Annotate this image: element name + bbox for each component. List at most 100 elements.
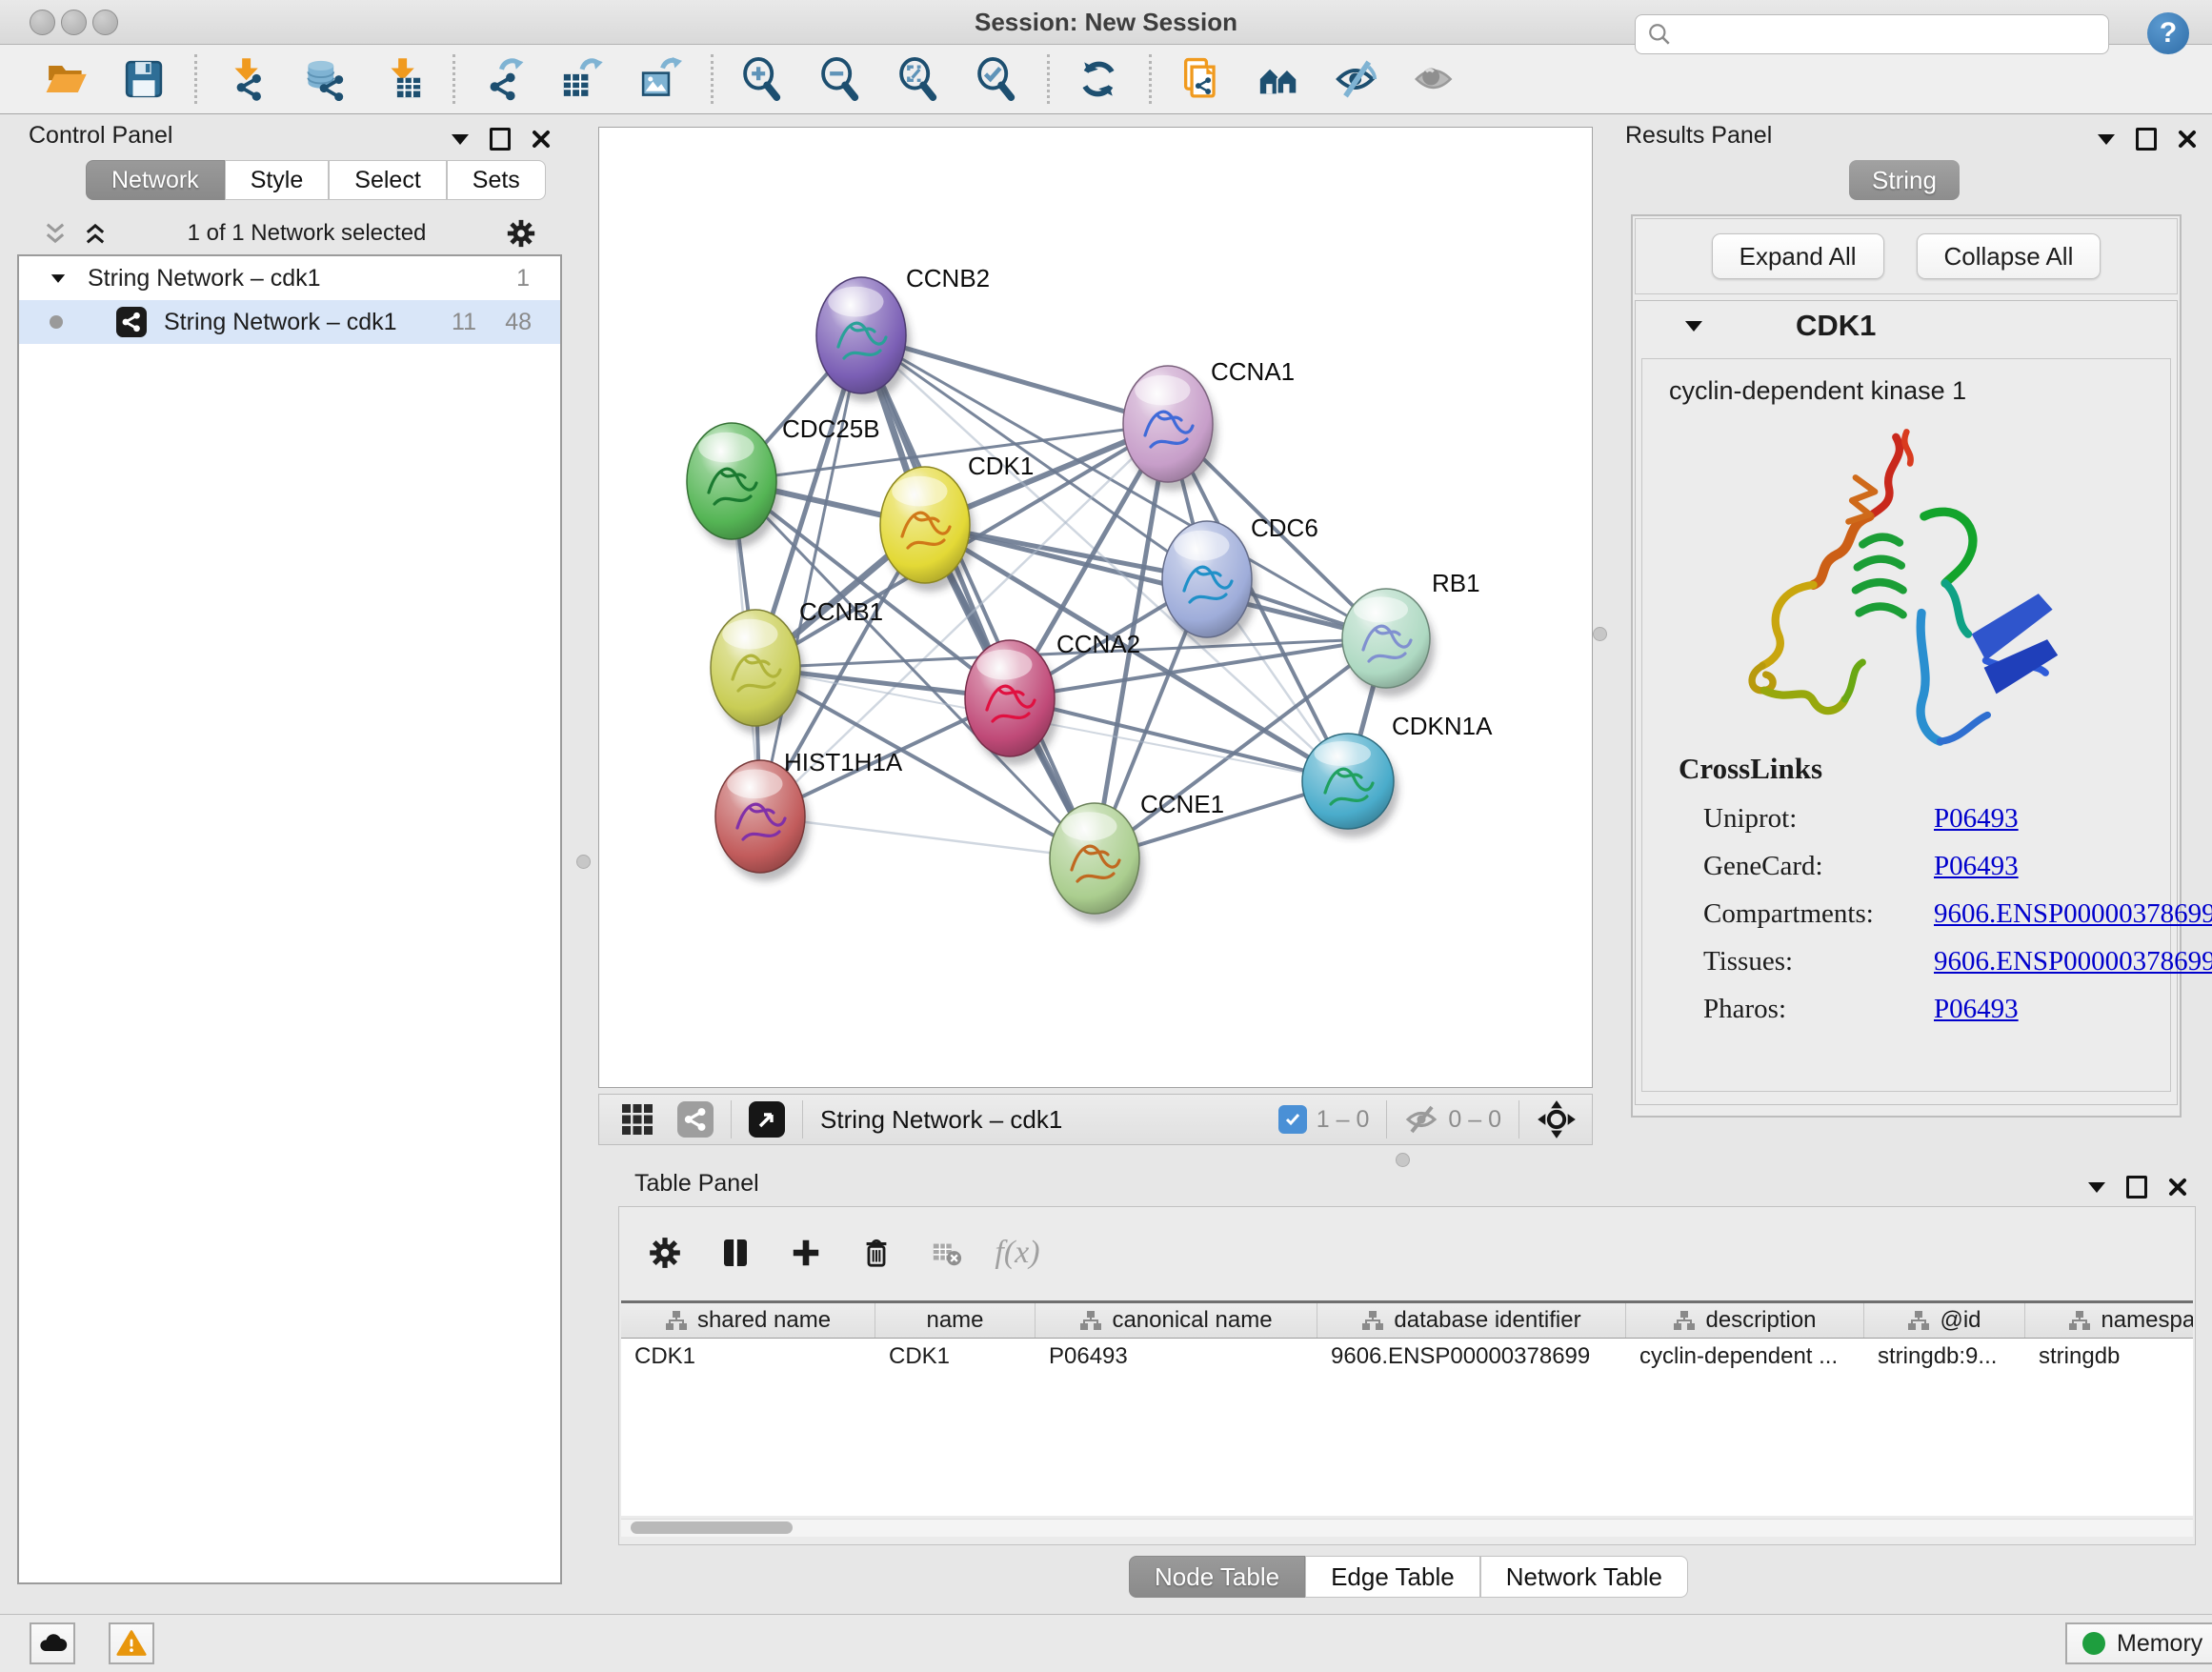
zoom-selected-icon[interactable]	[969, 51, 1024, 107]
network-node-ccna1[interactable]	[1123, 366, 1217, 491]
column-header-description[interactable]: description	[1626, 1303, 1864, 1338]
crosslink-link[interactable]: 9606.ENSP00000378699	[1934, 946, 2212, 977]
show-all-networks-icon[interactable]	[1251, 51, 1306, 107]
panel-close-icon[interactable]	[2178, 130, 2197, 149]
import-table-file-icon[interactable]	[374, 51, 430, 107]
show-selected-icon[interactable]	[1407, 51, 1462, 107]
network-edge[interactable]	[760, 335, 861, 816]
collapse-all-button[interactable]: Collapse All	[1917, 233, 2101, 279]
import-network-file-icon[interactable]	[218, 51, 273, 107]
network-tree-root[interactable]: String Network – cdk1 1	[19, 256, 560, 300]
table-cell[interactable]: cyclin-dependent ...	[1626, 1343, 1864, 1370]
expand-all-icon[interactable]	[82, 220, 109, 247]
open-session-icon[interactable]	[38, 51, 93, 107]
network-tree-item[interactable]: String Network – cdk1 11 48	[19, 300, 560, 344]
panel-float-icon[interactable]	[2136, 128, 2157, 151]
panel-menu-icon[interactable]	[2098, 134, 2115, 145]
delete-table-icon[interactable]	[920, 1228, 974, 1278]
network-node-rb1[interactable]	[1342, 589, 1435, 696]
collapse-all-icon[interactable]	[42, 220, 69, 247]
crosslink-link[interactable]: 9606.ENSP00000378699	[1934, 898, 2212, 930]
table-settings-gear-icon[interactable]	[638, 1228, 692, 1278]
help-button[interactable]: ?	[2147, 12, 2189, 54]
network-node-cdc6[interactable]	[1162, 521, 1257, 646]
network-node-hist1h1a[interactable]	[715, 760, 810, 881]
table-cell[interactable]: CDK1	[621, 1343, 875, 1370]
table-horizontal-scrollbar[interactable]	[621, 1519, 2193, 1537]
tab-edge-table[interactable]: Edge Table	[1305, 1556, 1480, 1598]
search-input[interactable]	[1679, 21, 2108, 48]
table-cell[interactable]: stringdb:9...	[1864, 1343, 2025, 1370]
panel-float-icon[interactable]	[490, 128, 511, 151]
hide-selected-icon[interactable]	[1329, 51, 1384, 107]
column-header-shared-name[interactable]: shared name	[621, 1303, 875, 1338]
crosslink-link[interactable]: P06493	[1934, 851, 2019, 882]
zoom-fit-icon[interactable]	[891, 51, 946, 107]
tab-network-table[interactable]: Network Table	[1480, 1556, 1688, 1598]
tab-select[interactable]: Select	[329, 160, 446, 200]
table-cell[interactable]: CDK1	[875, 1343, 1036, 1370]
crosslink-link[interactable]: P06493	[1934, 994, 2019, 1025]
tab-network[interactable]: Network	[86, 160, 225, 200]
export-table-icon[interactable]	[554, 51, 610, 107]
export-image-icon[interactable]	[633, 51, 688, 107]
panel-menu-icon[interactable]	[452, 134, 469, 145]
import-network-database-icon[interactable]	[296, 51, 352, 107]
network-node-cdkn1a[interactable]	[1302, 734, 1398, 837]
right-splitter-handle[interactable]	[1593, 627, 1607, 641]
column-header-namespace[interactable]: namespace	[2025, 1303, 2193, 1338]
network-canvas[interactable]: CCNB2CCNA1CDC25BCDK1CDC6RB1CCNB1CCNA2CDK…	[598, 127, 1593, 1088]
clone-network-icon[interactable]	[1173, 51, 1228, 107]
show-columns-icon[interactable]	[709, 1228, 762, 1278]
network-edge[interactable]	[760, 816, 1095, 858]
warning-status-button[interactable]	[109, 1622, 154, 1664]
column-header-name[interactable]: name	[875, 1303, 1036, 1338]
network-node-ccnb2[interactable]	[816, 277, 911, 402]
table-cell[interactable]: stringdb	[2025, 1343, 2193, 1370]
cloud-status-button[interactable]	[30, 1622, 75, 1664]
panel-float-icon[interactable]	[2126, 1176, 2147, 1199]
table-cell[interactable]: 9606.ENSP00000378699	[1317, 1343, 1626, 1370]
tab-node-table[interactable]: Node Table	[1129, 1556, 1305, 1598]
save-session-icon[interactable]	[116, 51, 171, 107]
column-header-canonical-name[interactable]: canonical name	[1036, 1303, 1317, 1338]
selected-checkbox-icon[interactable]	[1278, 1105, 1307, 1134]
tab-sets[interactable]: Sets	[447, 160, 546, 200]
network-edge[interactable]	[1010, 698, 1348, 781]
network-node-cdk1[interactable]	[880, 467, 975, 592]
expand-all-button[interactable]: Expand All	[1712, 233, 1884, 279]
export-network-icon[interactable]	[476, 51, 532, 107]
add-column-icon[interactable]	[779, 1228, 833, 1278]
refresh-icon[interactable]	[1071, 51, 1126, 107]
grid-view-icon[interactable]	[620, 1102, 654, 1137]
panel-menu-icon[interactable]	[2088, 1182, 2105, 1193]
network-view-icon[interactable]	[677, 1101, 714, 1138]
tree-collapse-icon[interactable]	[51, 274, 65, 283]
left-splitter-handle[interactable]	[576, 855, 591, 869]
table-row[interactable]: CDK1CDK1P064939606.ENSP00000378699cyclin…	[621, 1339, 2193, 1375]
panel-close-icon[interactable]	[532, 130, 551, 149]
function-builder-icon[interactable]: f(x)	[991, 1228, 1044, 1278]
network-options-gear-icon[interactable]	[505, 217, 537, 250]
memory-button[interactable]: Memory	[2065, 1622, 2212, 1664]
tab-string[interactable]: String	[1849, 160, 1960, 200]
scrollbar-thumb[interactable]	[631, 1521, 793, 1534]
delete-column-trash-icon[interactable]	[850, 1228, 903, 1278]
zoom-out-icon[interactable]	[813, 51, 868, 107]
panel-close-icon[interactable]	[2168, 1178, 2187, 1197]
fit-content-crosshair-icon[interactable]	[1537, 1099, 1577, 1139]
network-node-ccnb1[interactable]	[711, 610, 805, 735]
crosslink-link[interactable]: P06493	[1934, 803, 2019, 835]
collapse-card-icon[interactable]	[1685, 321, 1702, 332]
birdseye-view-icon[interactable]	[749, 1101, 785, 1138]
table-cell[interactable]: P06493	[1036, 1343, 1317, 1370]
column-header-database-identifier[interactable]: database identifier	[1317, 1303, 1626, 1338]
horizontal-splitter-handle[interactable]	[1396, 1153, 1410, 1167]
network-node-ccna2[interactable]	[965, 640, 1059, 765]
column-header--id[interactable]: @id	[1864, 1303, 2025, 1338]
zoom-in-icon[interactable]	[734, 51, 790, 107]
hidden-eye-icon[interactable]	[1404, 1102, 1438, 1137]
network-node-ccne1[interactable]	[1050, 803, 1144, 922]
tab-style[interactable]: Style	[225, 160, 330, 200]
protein-card-header[interactable]: CDK1	[1636, 301, 2177, 351]
